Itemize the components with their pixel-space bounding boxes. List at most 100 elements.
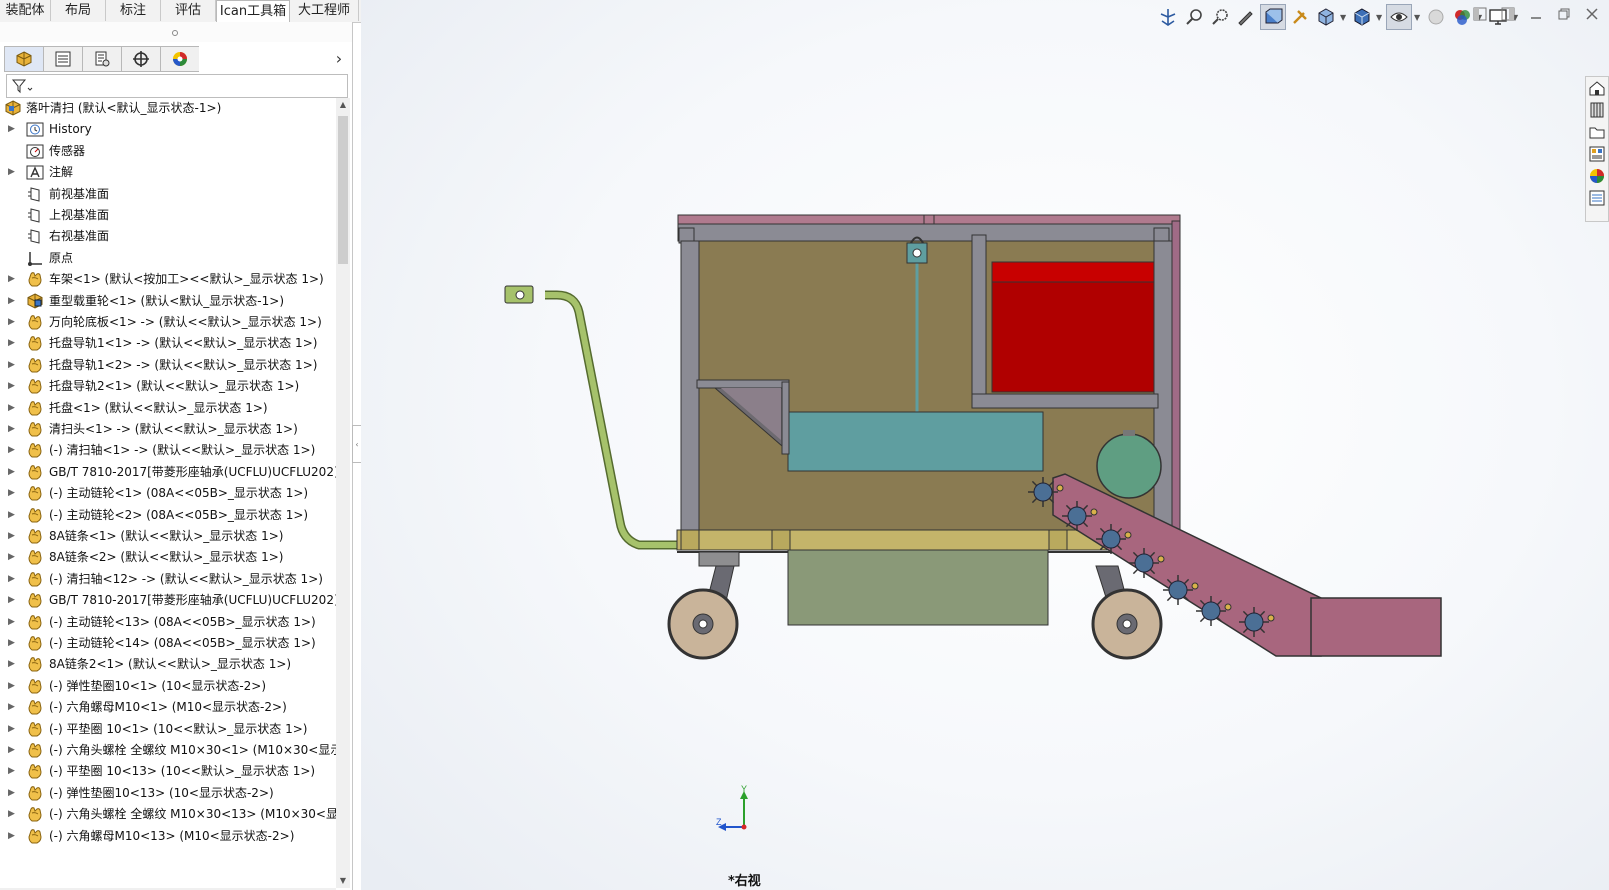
expand-arrow-icon[interactable]: ▶	[8, 269, 18, 290]
tree-item[interactable]: ▶ (-) 弹性垫圈10<13> (10<显示状态-2>)	[0, 783, 336, 804]
expand-arrow-icon[interactable]: ▶	[8, 826, 18, 847]
expand-arrow-icon[interactable]: ▶	[8, 376, 18, 397]
tree-item-label: 托盘导轨1<1> -> (默认<<默认>_显示状态 1>)	[49, 336, 318, 351]
expand-arrow-icon[interactable]: ▶	[8, 398, 18, 419]
expand-arrow-icon[interactable]: ▶	[8, 719, 18, 740]
tree-item[interactable]: ▶ 重型载重轮<1> (默认<默认_显示状态-1>)	[0, 291, 336, 312]
expand-arrow-icon[interactable]: ▶	[8, 119, 18, 140]
tree-item[interactable]: ▶ 8A链条<1> (默认<<默认>_显示状态 1>)	[0, 526, 336, 547]
tree-item[interactable]: ▶ 托盘导轨1<2> -> (默认<<默认>_显示状态 1>)	[0, 355, 336, 376]
tree-item[interactable]: ▶ (-) 主动链轮<14> (08A<<05B>_显示状态 1>)	[0, 633, 336, 654]
expand-arrow-icon[interactable]: ▶	[8, 612, 18, 633]
top-rail-frame	[677, 223, 1181, 242]
expand-arrow-icon[interactable]: ▶	[8, 740, 18, 761]
assembly-icon	[4, 100, 22, 117]
tree-vertical-scrollbar[interactable]: ▲ ▼	[336, 98, 350, 888]
tree-root-assembly[interactable]: 落叶清扫 (默认<默认_显示状态-1>)	[0, 98, 336, 119]
expand-arrow-icon[interactable]: ▶	[8, 312, 18, 333]
tab-annotate[interactable]: 标注	[106, 0, 161, 21]
tree-item[interactable]: ▶ (-) 平垫圈 10<13> (10<<默认>_显示状态 1>)	[0, 761, 336, 782]
part-icon	[26, 656, 44, 673]
tree-item[interactable]: ▶ 托盘导轨1<1> -> (默认<<默认>_显示状态 1>)	[0, 333, 336, 354]
expand-arrow-icon[interactable]: ▶	[8, 783, 18, 804]
panel-grip[interactable]	[0, 22, 352, 42]
grip-dot	[172, 30, 178, 36]
tree-item[interactable]: 原点	[0, 248, 336, 269]
tab-layout[interactable]: 布局	[51, 0, 106, 21]
tree-item[interactable]: ▶ (-) 六角头螺栓 全螺纹 M10×30<1> (M10×30<显示	[0, 740, 336, 761]
property-manager-tab[interactable]	[43, 46, 82, 72]
expand-arrow-icon[interactable]: ▶	[8, 697, 18, 718]
tree-item[interactable]: 右视基准面	[0, 226, 336, 247]
expand-arrow-icon[interactable]: ▶	[8, 505, 18, 526]
tab-ican-toolbox[interactable]: Ican工具箱	[216, 0, 290, 22]
expand-arrow-icon[interactable]: ▶	[8, 761, 18, 782]
tree-item-label: (-) 主动链轮<13> (08A<<05B>_显示状态 1>)	[49, 614, 316, 629]
part-icon	[26, 806, 44, 823]
tree-item[interactable]: ▶ 托盘<1> (默认<<默认>_显示状态 1>)	[0, 398, 336, 419]
tree-item[interactable]: ▶ (-) 主动链轮<2> (08A<<05B>_显示状态 1>)	[0, 505, 336, 526]
expand-arrow-icon[interactable]: ▶	[8, 547, 18, 568]
tree-item[interactable]: ▶ (-) 六角头螺栓 全螺纹 M10×30<13> (M10×30<显示	[0, 804, 336, 825]
tree-item[interactable]: ▶ 车架<1> (默认<按加工><<默认>_显示状态 1>)	[0, 269, 336, 290]
tab-evaluate[interactable]: 评估	[161, 0, 216, 21]
model-drawing[interactable]	[361, 0, 1609, 890]
configuration-manager-tab[interactable]	[82, 46, 121, 72]
expand-arrow-icon[interactable]: ▶	[8, 654, 18, 675]
tree-item[interactable]: ▶ 万向轮底板<1> -> (默认<<默认>_显示状态 1>)	[0, 312, 336, 333]
expand-arrow-icon[interactable]: ▶	[8, 526, 18, 547]
expand-arrow-icon[interactable]: ▶	[8, 440, 18, 461]
tree-item[interactable]: ▶ 8A链条2<1> (默认<<默认>_显示状态 1>)	[0, 654, 336, 675]
tree-item-label: 传感器	[49, 143, 86, 158]
tree-item[interactable]: ▶ History	[0, 119, 336, 140]
tree-item[interactable]: ▶ 8A链条<2> (默认<<默认>_显示状态 1>)	[0, 547, 336, 568]
tree-item[interactable]: ▶ (-) 弹性垫圈10<1> (10<显示状态-2>)	[0, 676, 336, 697]
tree-item-label: (-) 主动链轮<14> (08A<<05B>_显示状态 1>)	[49, 636, 316, 650]
expand-arrow-icon[interactable]: ▶	[8, 569, 18, 590]
expand-arrow-icon[interactable]: ▶	[8, 590, 18, 611]
expand-arrow-icon[interactable]: ▶	[8, 483, 18, 504]
expand-arrow-icon[interactable]: ▶	[8, 291, 18, 312]
tab-big-engineer[interactable]: 大工程师	[290, 0, 359, 21]
scroll-down-icon[interactable]: ▼	[336, 874, 350, 888]
expand-arrow-icon[interactable]: ▶	[8, 355, 18, 376]
display-manager-tab[interactable]	[160, 46, 199, 72]
tree-item[interactable]: ▶ (-) 六角螺母M10<13> (M10<显示状态-2>)	[0, 826, 336, 847]
chevron-right-icon[interactable]: ›	[330, 46, 348, 70]
tree-item[interactable]: 传感器	[0, 141, 336, 162]
tree-item-label: (-) 弹性垫圈10<1> (10<显示状态-2>)	[49, 678, 267, 693]
tree-item[interactable]: ▶ (-) 清扫轴<12> -> (默认<<默认>_显示状态 1>)	[0, 569, 336, 590]
tree-item[interactable]: ▶ 清扫头<1> -> (默认<<默认>_显示状态 1>)	[0, 419, 336, 440]
expand-arrow-icon[interactable]: ▶	[8, 333, 18, 354]
expand-arrow-icon[interactable]: ▶	[8, 419, 18, 440]
tree-item[interactable]: 前视基准面	[0, 184, 336, 205]
tree-item[interactable]: ▶ (-) 六角螺母M10<1> (M10<显示状态-2>)	[0, 697, 336, 718]
tree-item[interactable]: ▶ (-) 清扫轴<1> -> (默认<<默认>_显示状态 1>)	[0, 440, 336, 461]
scroll-thumb[interactable]	[338, 116, 348, 264]
expand-arrow-icon[interactable]: ▶	[8, 633, 18, 654]
tree-item-label: 右视基准面	[49, 229, 110, 244]
tree-item[interactable]: ▶ (-) 主动链轮<13> (08A<<05B>_显示状态 1>)	[0, 612, 336, 633]
expand-arrow-icon[interactable]: ▶	[8, 162, 18, 183]
tree-item[interactable]: ▶ (-) 平垫圈 10<1> (10<<默认>_显示状态 1>)	[0, 719, 336, 740]
tree-item-label: 前视基准面	[49, 186, 110, 201]
dimxpert-tab[interactable]	[121, 46, 160, 72]
expand-arrow-icon[interactable]: ▶	[8, 804, 18, 825]
tree-item[interactable]: ▶ (-) 主动链轮<1> (08A<<05B>_显示状态 1>)	[0, 483, 336, 504]
graphics-viewport[interactable]: ▼ ▼ ▼ ▼ ▼ Y Z *右视	[361, 0, 1609, 890]
tab-assembly[interactable]: 装配体	[0, 0, 51, 21]
tree-item[interactable]: ▶ 托盘导轨2<1> (默认<<默认>_显示状态 1>)	[0, 376, 336, 397]
tree-item[interactable]: 上视基准面	[0, 205, 336, 226]
part-icon	[26, 271, 44, 288]
expand-arrow-icon[interactable]: ▶	[8, 676, 18, 697]
tree-item-label: 上视基准面	[49, 208, 110, 222]
tree-item[interactable]: ▶ GB/T 7810-2017[带菱形座轴承(UCFLU)UCFLU202]<	[0, 462, 336, 483]
feature-manager-tab[interactable]	[4, 46, 43, 72]
dust-drum	[1096, 433, 1162, 499]
expand-arrow-icon[interactable]: ▶	[8, 462, 18, 483]
scroll-up-icon[interactable]: ▲	[336, 98, 350, 112]
tree-item[interactable]: ▶ 注解	[0, 162, 336, 183]
tree-item[interactable]: ▶ GB/T 7810-2017[带菱形座轴承(UCFLU)UCFLU202]<	[0, 590, 336, 611]
tree-filter[interactable]	[6, 74, 348, 98]
tree-item-label: 8A链条<2> (默认<<默认>_显示状态 1>)	[49, 550, 284, 565]
